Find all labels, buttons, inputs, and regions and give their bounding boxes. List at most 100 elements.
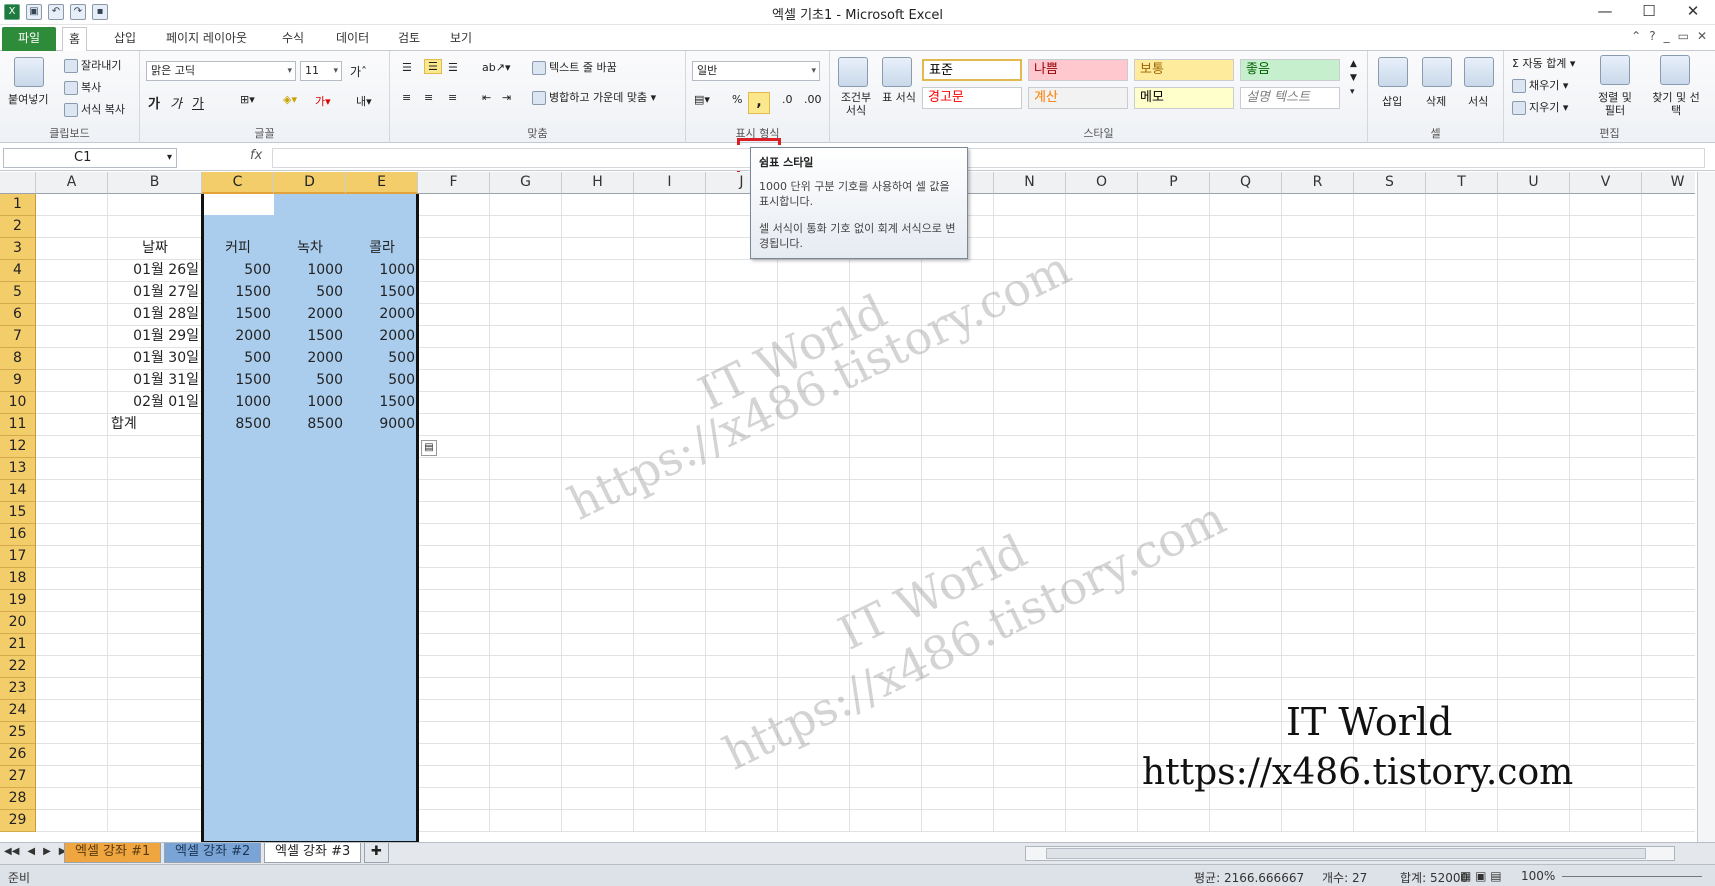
- grid-cell[interactable]: [706, 788, 778, 810]
- grid-cell[interactable]: [1066, 436, 1138, 458]
- grid-cell[interactable]: [994, 722, 1066, 744]
- grid-cell[interactable]: [1138, 304, 1210, 326]
- grid-cell[interactable]: [1570, 590, 1642, 612]
- grid-cell[interactable]: [490, 348, 562, 370]
- grid-cell[interactable]: [994, 810, 1066, 832]
- cell-style-item[interactable]: 보통: [1134, 59, 1234, 81]
- grid-cell[interactable]: [1570, 480, 1642, 502]
- grid-cell[interactable]: [1642, 260, 1695, 282]
- grid-cell[interactable]: [1642, 568, 1695, 590]
- grid-cell[interactable]: [108, 458, 202, 480]
- grid-cell[interactable]: [706, 260, 778, 282]
- grid-cell[interactable]: [1282, 216, 1354, 238]
- grid-cell[interactable]: [634, 568, 706, 590]
- column-header[interactable]: P: [1138, 172, 1210, 194]
- grid-cell[interactable]: [1642, 480, 1695, 502]
- grid-cell[interactable]: [418, 766, 490, 788]
- row-header[interactable]: 18: [0, 568, 36, 590]
- increase-decimal-icon[interactable]: .0: [782, 93, 793, 106]
- grid-cell[interactable]: [108, 656, 202, 678]
- grid-cell[interactable]: [994, 744, 1066, 766]
- data-cell[interactable]: 01월 28일: [108, 304, 202, 326]
- cell-style-item[interactable]: 경고문: [922, 87, 1022, 109]
- data-cell[interactable]: 합계: [108, 414, 202, 436]
- cell-style-item[interactable]: 설명 텍스트: [1240, 87, 1340, 109]
- fill-button[interactable]: 채우기 ▾: [1512, 77, 1568, 93]
- grid-cell[interactable]: [1066, 678, 1138, 700]
- grid-cell[interactable]: [1642, 788, 1695, 810]
- row-header[interactable]: 6: [0, 304, 36, 326]
- grid-cell[interactable]: [1426, 502, 1498, 524]
- grid-cell[interactable]: [1642, 326, 1695, 348]
- grid-cell[interactable]: [1210, 326, 1282, 348]
- grid-cell[interactable]: [1570, 678, 1642, 700]
- grid-cell[interactable]: [1570, 502, 1642, 524]
- grid-cell[interactable]: [1354, 370, 1426, 392]
- horizontal-scroll-thumb[interactable]: [1046, 848, 1646, 859]
- grid-cell[interactable]: [490, 304, 562, 326]
- grid-cell[interactable]: [490, 810, 562, 832]
- grid-cell[interactable]: [490, 524, 562, 546]
- grid-cell[interactable]: [1570, 370, 1642, 392]
- grid-cell[interactable]: [36, 238, 108, 260]
- grid-cell[interactable]: [706, 282, 778, 304]
- grid-cell[interactable]: [994, 216, 1066, 238]
- grid-cell[interactable]: [108, 744, 202, 766]
- grid-cell[interactable]: [418, 348, 490, 370]
- grid-cell[interactable]: [1282, 282, 1354, 304]
- grid-cell[interactable]: [108, 678, 202, 700]
- grid-cell[interactable]: [634, 678, 706, 700]
- grid-cell[interactable]: [1210, 436, 1282, 458]
- grid-cell[interactable]: [706, 656, 778, 678]
- data-cell[interactable]: 1000: [274, 260, 346, 282]
- grid-cell[interactable]: [1570, 810, 1642, 832]
- grid-cell[interactable]: [562, 656, 634, 678]
- grid-cell[interactable]: [1138, 590, 1210, 612]
- column-header[interactable]: F: [418, 172, 490, 194]
- grid-cell[interactable]: [36, 282, 108, 304]
- data-cell[interactable]: 2000: [274, 348, 346, 370]
- grid-cell[interactable]: [1210, 238, 1282, 260]
- grid-cell[interactable]: [1282, 634, 1354, 656]
- grid-cell[interactable]: [418, 216, 490, 238]
- grid-cell[interactable]: [36, 392, 108, 414]
- grid-cell[interactable]: [1498, 678, 1570, 700]
- column-header[interactable]: A: [36, 172, 108, 194]
- grid-cell[interactable]: [1282, 502, 1354, 524]
- grid-cell[interactable]: [1354, 194, 1426, 216]
- grid-cell[interactable]: [1354, 392, 1426, 414]
- grid-cell[interactable]: [1426, 634, 1498, 656]
- grid-cell[interactable]: [778, 788, 850, 810]
- grid-cell[interactable]: [1138, 612, 1210, 634]
- grid-cell[interactable]: [634, 722, 706, 744]
- grid-cell[interactable]: [562, 370, 634, 392]
- grid-cell[interactable]: [1138, 370, 1210, 392]
- grid-cell[interactable]: [1138, 392, 1210, 414]
- grid-cell[interactable]: [1642, 810, 1695, 832]
- delete-cells-icon[interactable]: [1422, 57, 1452, 87]
- row-header[interactable]: 8: [0, 348, 36, 370]
- row-header[interactable]: 3: [0, 238, 36, 260]
- grid-cell[interactable]: [1570, 348, 1642, 370]
- align-right-icon[interactable]: ≡: [448, 91, 457, 104]
- data-cell[interactable]: 01월 27일: [108, 282, 202, 304]
- grid-cell[interactable]: [490, 788, 562, 810]
- grid-cell[interactable]: [1426, 282, 1498, 304]
- grid-cell[interactable]: [706, 524, 778, 546]
- grid-cell[interactable]: [1066, 370, 1138, 392]
- grid-cell[interactable]: [108, 568, 202, 590]
- grid-cell[interactable]: [418, 678, 490, 700]
- grid-cell[interactable]: [1138, 656, 1210, 678]
- data-cell[interactable]: 커피: [202, 238, 274, 260]
- font-name-select[interactable]: 맑은 고딕: [146, 61, 296, 81]
- grid-cell[interactable]: [108, 194, 202, 216]
- grid-cell[interactable]: [850, 788, 922, 810]
- grid-cell[interactable]: [1282, 370, 1354, 392]
- grid-cell[interactable]: [1498, 810, 1570, 832]
- grid-cell[interactable]: [922, 766, 994, 788]
- data-cell[interactable]: 9000: [346, 414, 418, 436]
- grid-cell[interactable]: [562, 678, 634, 700]
- grid-cell[interactable]: [562, 634, 634, 656]
- grid-cell[interactable]: [1498, 392, 1570, 414]
- data-cell[interactable]: 500: [346, 370, 418, 392]
